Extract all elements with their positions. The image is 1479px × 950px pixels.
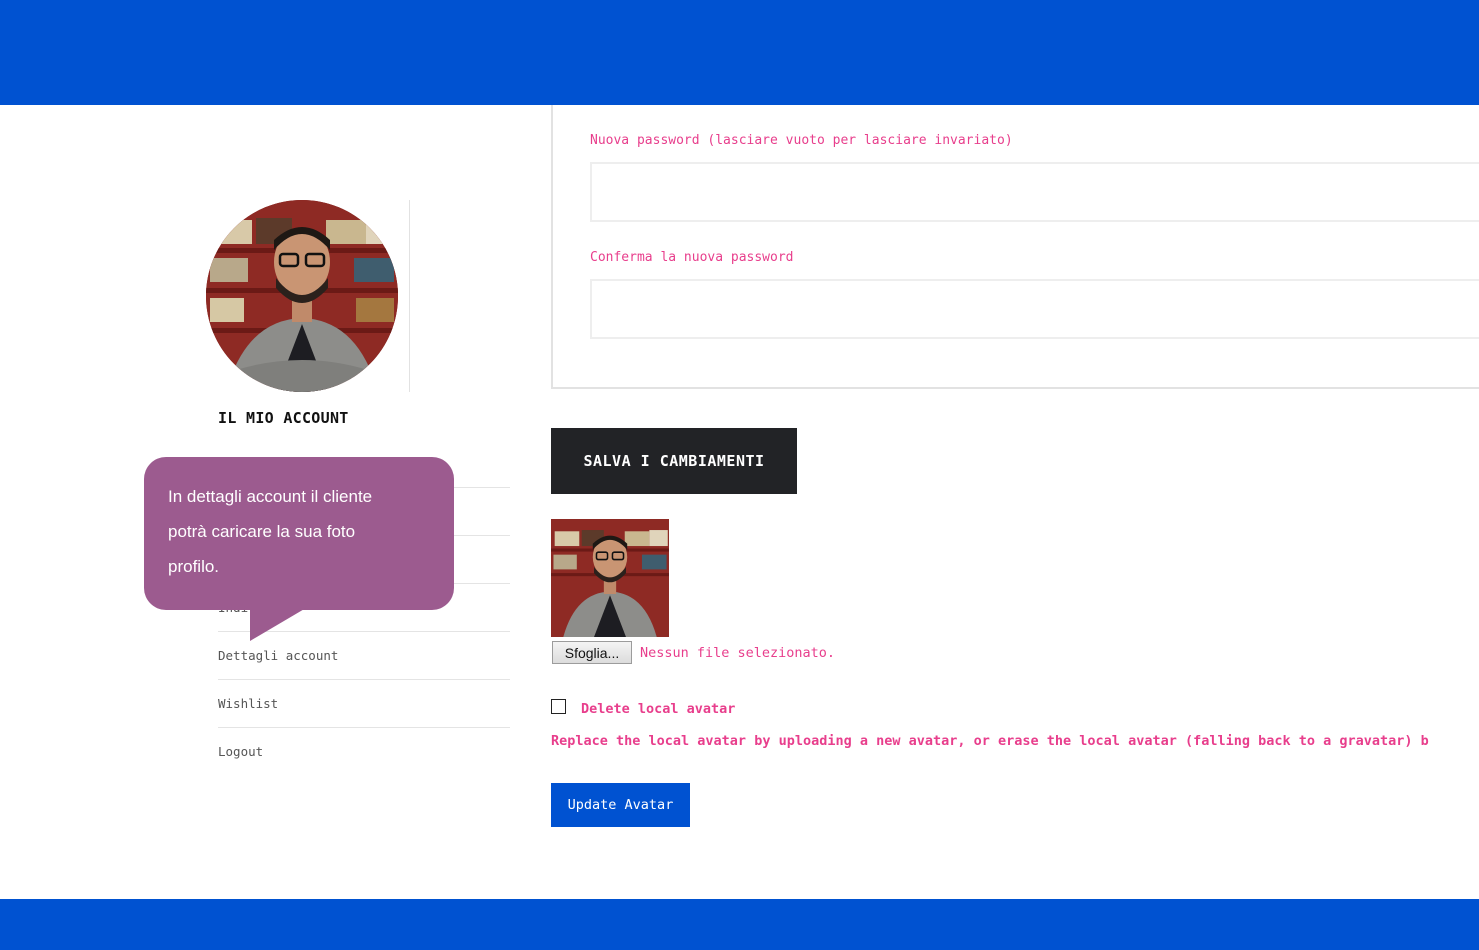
bottom-banner: [0, 899, 1479, 950]
sidebar-item-logout[interactable]: Logout: [218, 727, 510, 775]
callout-tail: [250, 608, 306, 641]
avatar-help-text: Replace the local avatar by uploading a …: [551, 733, 1429, 749]
save-changes-button[interactable]: SALVA I CAMBIAMENTI: [551, 428, 797, 494]
confirm-password-label: Conferma la nuova password: [590, 250, 794, 265]
top-banner: [0, 0, 1479, 105]
confirm-password-input[interactable]: [590, 279, 1479, 339]
delete-avatar-checkbox[interactable]: [551, 699, 566, 714]
profile-photo: [206, 200, 398, 392]
profile-avatar: [206, 200, 398, 392]
account-title: IL MIO ACCOUNT: [218, 409, 349, 427]
update-avatar-button[interactable]: Update Avatar: [551, 783, 690, 827]
sidebar-divider: [409, 200, 410, 392]
info-callout: In dettagli account il cliente potrà car…: [144, 457, 454, 610]
sidebar-item-wishlist[interactable]: Wishlist: [218, 679, 510, 727]
new-password-label: Nuova password (lasciare vuoto per lasci…: [590, 133, 1013, 148]
callout-line: potrà caricare la sua foto: [168, 522, 356, 541]
delete-avatar-label[interactable]: Delete local avatar: [581, 701, 735, 717]
callout-line: profilo.: [168, 557, 220, 576]
no-file-status: Nessun file selezionato.: [640, 645, 836, 661]
sidebar-item-label: Dettagli account: [218, 648, 339, 663]
callout-line: In dettagli account il cliente: [168, 487, 373, 506]
browse-file-button[interactable]: Sfoglia...: [552, 641, 632, 664]
sidebar-item-label: Wishlist: [218, 696, 279, 711]
avatar-preview: [551, 519, 669, 637]
avatar-preview-photo: [551, 519, 669, 637]
sidebar-item-label: Logout: [218, 744, 264, 759]
new-password-input[interactable]: [590, 162, 1479, 222]
